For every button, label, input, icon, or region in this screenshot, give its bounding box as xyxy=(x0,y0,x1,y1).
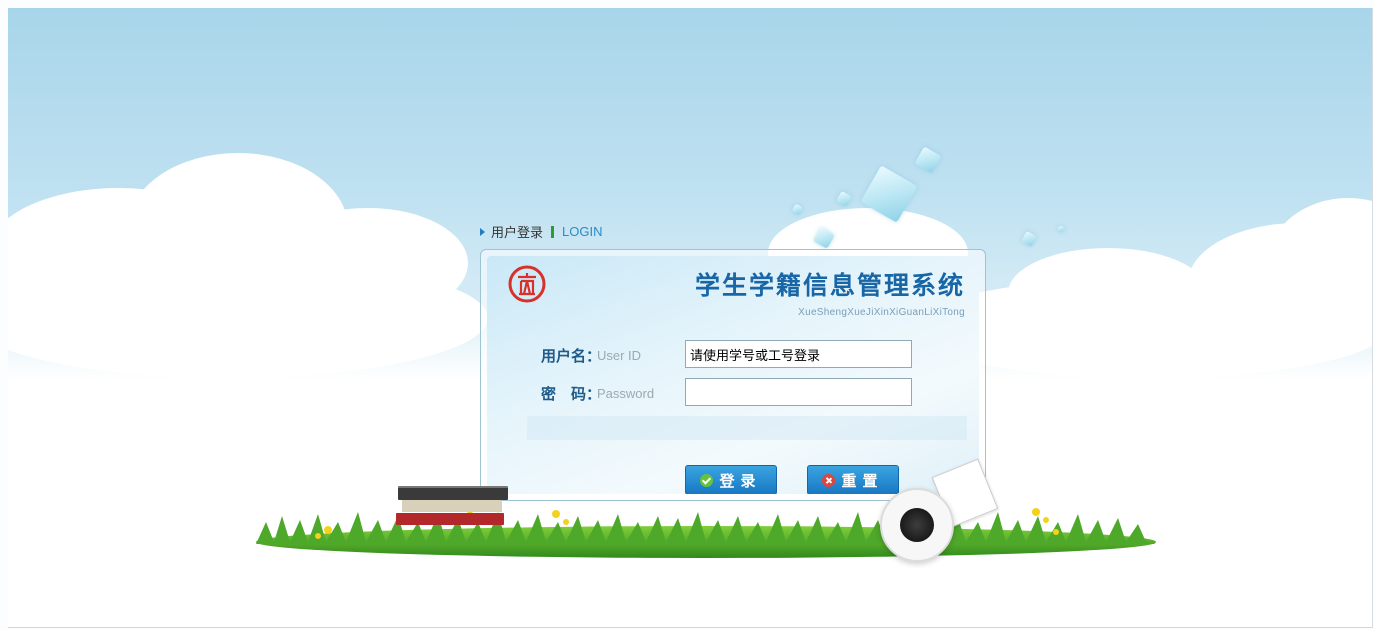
school-logo-icon xyxy=(508,265,546,303)
check-icon xyxy=(700,473,714,487)
divider xyxy=(551,225,555,238)
password-label: 密 码： xyxy=(541,384,602,403)
triangle-bullet-icon xyxy=(480,227,485,236)
system-title: 学生学籍信息管理系统 xyxy=(694,271,965,300)
password-hint: Password xyxy=(597,385,655,401)
reset-button[interactable]: 重置 xyxy=(807,465,899,494)
login-header: 用户登录 LOGIN xyxy=(480,222,602,241)
page-frame: 用户登录 LOGIN 学生学籍信息管理系统 XueShengXueJiXinXi… xyxy=(8,8,1373,628)
username-input[interactable] xyxy=(685,340,912,368)
username-hint: User ID xyxy=(597,347,642,363)
login-label-cn: 用户登录 xyxy=(491,226,544,241)
close-icon xyxy=(822,473,836,487)
login-panel-inner: 学生学籍信息管理系统 XueShengXueJiXinXiGuanLiXiTon… xyxy=(487,256,979,494)
system-subtitle: XueShengXueJiXinXiGuanLiXiTong xyxy=(798,307,965,318)
coffee-cup-decoration xyxy=(880,488,954,562)
reset-button-label: 重置 xyxy=(841,471,884,490)
login-label-en: LOGIN xyxy=(562,224,603,239)
login-button[interactable]: 登录 xyxy=(685,465,777,494)
login-button-label: 登录 xyxy=(719,471,762,490)
username-row: 用户名： User ID xyxy=(541,340,912,370)
login-panel: 学生学籍信息管理系统 XueShengXueJiXinXiGuanLiXiTon… xyxy=(480,249,986,501)
username-label: 用户名： xyxy=(541,346,602,365)
password-input[interactable] xyxy=(685,378,912,406)
grass-decoration xyxy=(256,508,1156,558)
password-row: 密 码： Password xyxy=(541,378,912,408)
